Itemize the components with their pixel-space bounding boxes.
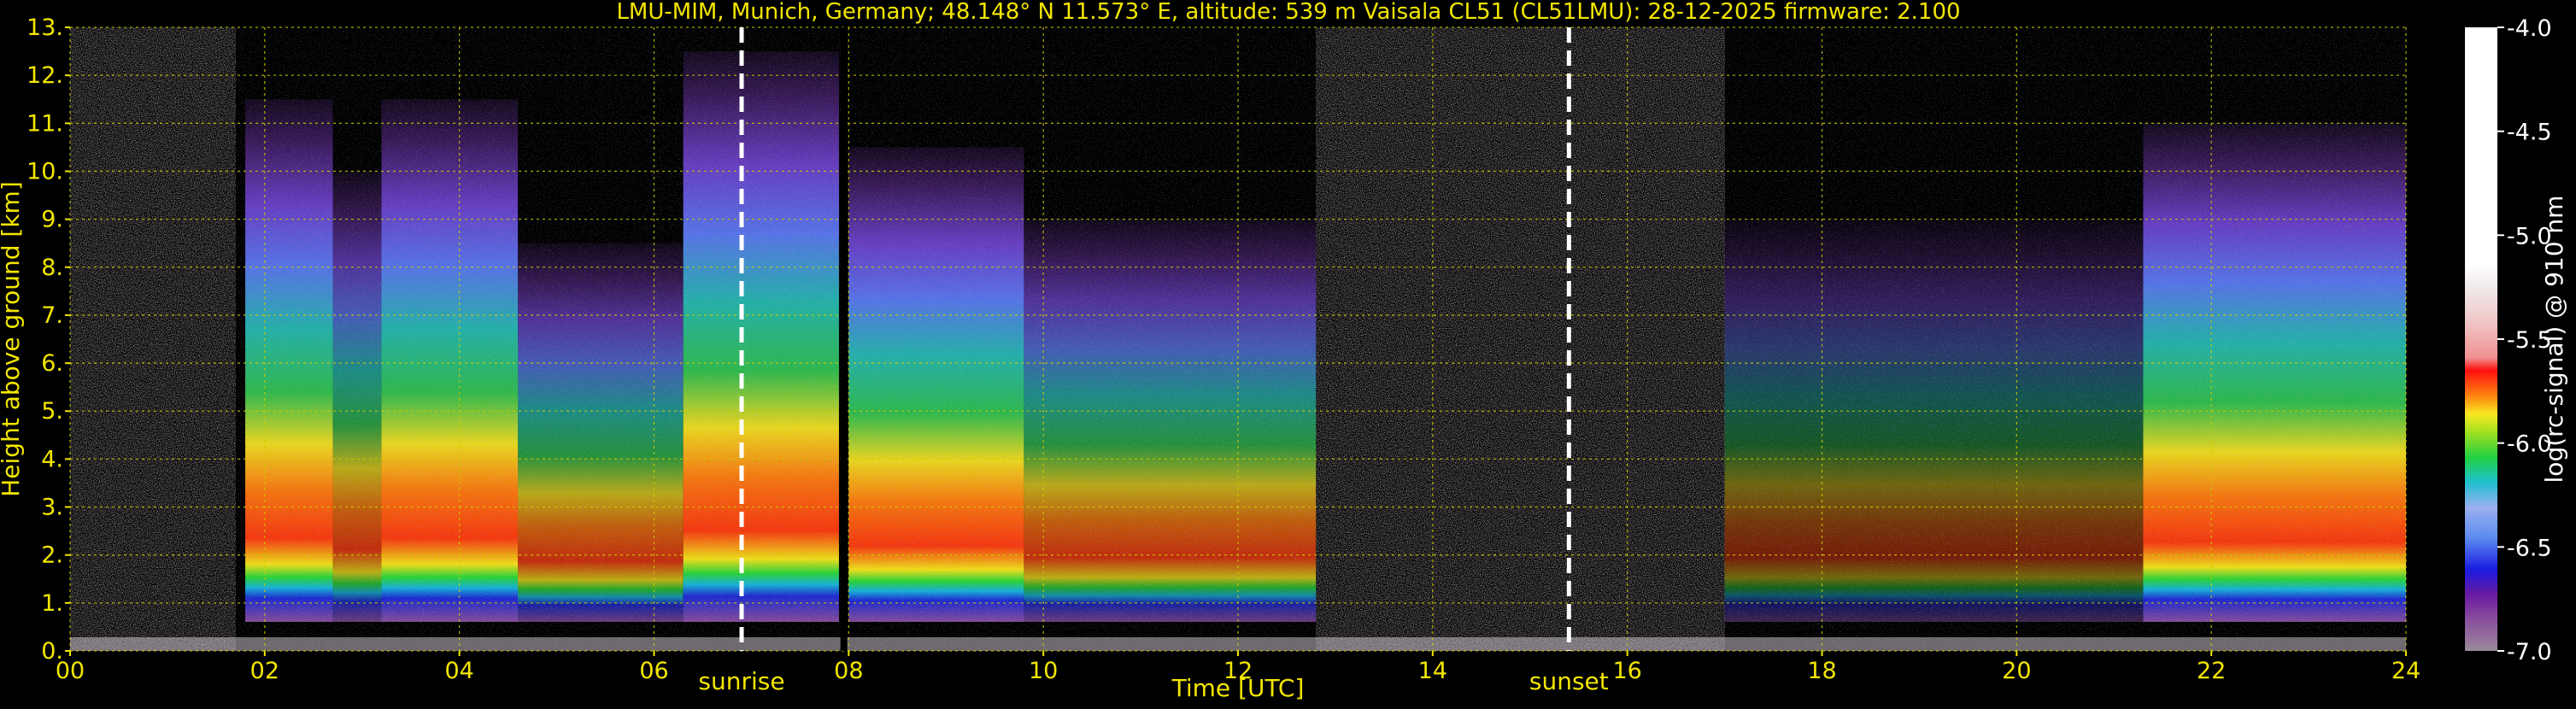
- x-tick-label: 22: [2197, 658, 2226, 684]
- y-tick-label: 13.: [26, 15, 63, 41]
- y-tick-label: 11.: [26, 110, 63, 137]
- data-gap: [840, 27, 848, 651]
- sunset-label: sunset: [1529, 667, 1609, 695]
- x-tick-label: 24: [2391, 658, 2421, 684]
- x-axis-label: Time [UTC]: [1171, 674, 1305, 702]
- plot-area: [69, 26, 2407, 652]
- y-tick-label: 8.: [41, 255, 63, 281]
- y-tick-label: 6.: [41, 350, 63, 377]
- colorbar-label: log(rc-signal) @ 910 nm: [2540, 196, 2568, 483]
- x-tick-label: 08: [834, 658, 863, 684]
- colorbar-scale: [2465, 27, 2497, 651]
- y-tick-label: 5.: [41, 398, 63, 425]
- colorbar-tick-label: -7.0: [2507, 639, 2552, 665]
- y-tick-label: 9.: [41, 207, 63, 233]
- y-tick-label: 4.: [41, 446, 63, 472]
- sunrise-label: sunrise: [698, 667, 784, 695]
- x-tick-label: 16: [1612, 658, 1641, 684]
- y-tick-label: 1.: [41, 590, 63, 617]
- y-tick-label: 2.: [41, 542, 63, 569]
- y-tick-label: 10.: [26, 158, 63, 185]
- x-tick-label: 04: [444, 658, 473, 684]
- y-axis-label: Height above ground [km]: [0, 181, 25, 497]
- x-tick-label: 00: [56, 658, 85, 684]
- y-tick-label: 12.: [26, 62, 63, 89]
- x-tick-label: 10: [1029, 658, 1058, 684]
- x-tick-label: 06: [639, 658, 668, 684]
- x-tick-label: 14: [1418, 658, 1447, 684]
- y-tick-label: 7.: [41, 302, 63, 329]
- ceilometer-chart: 0.1.2.3.4.5.6.7.8.9.10.11.12.13. 00 02 04 0…: [0, 0, 2568, 702]
- ceilometer-figure: 0. 1. 2. 3. 4. 5. 6. 7. 8. 9. 10. 11. 12. 13. 00 02 04 0…: [0, 0, 2576, 706]
- noise-column: [70, 27, 236, 651]
- colorbar: -4.0-4.5-5.0-5.5-6.0-6.5-7.0 log(rc-sign…: [2465, 15, 2568, 665]
- colorbar-tick-label: -6.5: [2507, 535, 2552, 561]
- y-tick-label: 3.: [41, 495, 63, 521]
- x-tick-label: 18: [1807, 658, 1836, 684]
- colorbar-tick-label: -4.0: [2507, 15, 2552, 42]
- y-axis-ticks: 0.1.2.3.4.5.6.7.8.9.10.11.12.13.: [26, 15, 70, 665]
- x-tick-label: 02: [250, 658, 279, 684]
- noise-column: [1316, 27, 1725, 651]
- chart-title: LMU-MIM, Munich, Germany; 48.148° N 11.5…: [616, 0, 1960, 25]
- x-tick-label: 20: [2002, 658, 2031, 684]
- colorbar-tick-label: -4.5: [2507, 120, 2552, 146]
